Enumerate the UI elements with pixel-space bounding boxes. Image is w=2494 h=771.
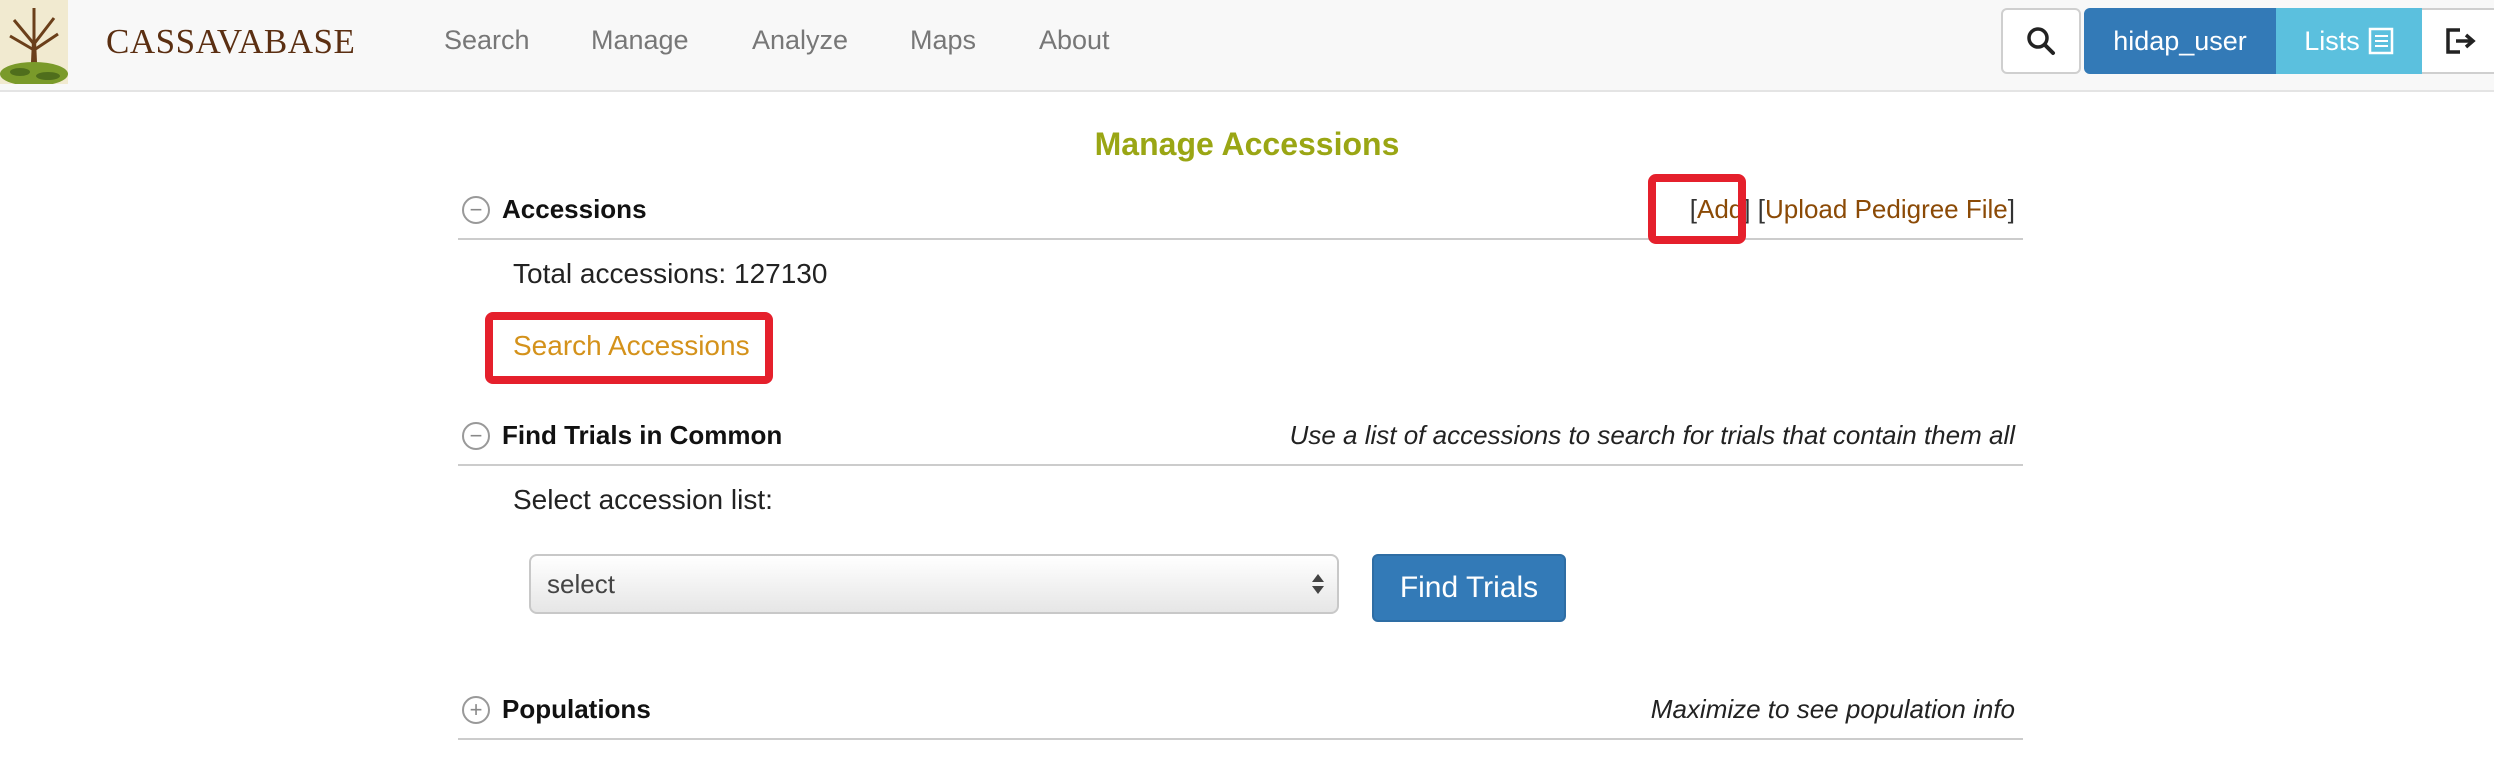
populations-section-hint: Maximize to see population info [1650, 694, 2015, 724]
logout-icon [2446, 28, 2476, 54]
nav-search[interactable]: Search [444, 20, 530, 60]
cassavabase-logo[interactable] [0, 0, 68, 86]
page-title: Manage Accessions [1094, 126, 1400, 162]
top-navbar: CASSAVABASE Search Manage Analyze Maps A… [0, 0, 2494, 92]
accessions-section-header: − Accessions [Add] [Upload Pedigree File… [458, 188, 2023, 240]
select-arrows-icon [1311, 570, 1325, 598]
total-accessions: Total accessions: 127130 [513, 258, 828, 289]
list-icon [2368, 27, 2394, 55]
logout-button[interactable] [2422, 8, 2494, 74]
select-list-label: Select accession list: [513, 484, 773, 515]
expand-icon[interactable]: + [462, 696, 490, 724]
lists-label: Lists [2304, 25, 2360, 56]
nav-manage[interactable]: Manage [591, 20, 689, 60]
populations-section-title: Populations [502, 694, 651, 724]
search-accessions-link[interactable]: Search Accessions [513, 330, 750, 362]
populations-section-header: + Populations Maximize to see population… [458, 688, 2023, 740]
lists-button[interactable]: Lists [2276, 8, 2422, 74]
brand-name[interactable]: CASSAVABASE [106, 18, 355, 66]
add-accessions-link[interactable]: Add [1697, 194, 1743, 224]
nav-maps[interactable]: Maps [910, 20, 976, 60]
select-value: select [547, 569, 615, 599]
accessions-section-title: Accessions [502, 194, 647, 224]
collapse-icon[interactable]: − [462, 196, 490, 224]
trials-section-hint: Use a list of accessions to search for t… [1289, 420, 2015, 450]
accessions-section-links: [Add] [Upload Pedigree File] [1689, 194, 2015, 224]
trials-section-title: Find Trials in Common [502, 420, 783, 450]
navbar-search-button[interactable] [2001, 8, 2081, 74]
upload-pedigree-link[interactable]: Upload Pedigree File [1765, 194, 2008, 224]
find-trials-button[interactable]: Find Trials [1372, 554, 1566, 622]
nav-analyze[interactable]: Analyze [752, 20, 848, 60]
trials-section-header: − Find Trials in Common Use a list of ac… [458, 414, 2023, 466]
collapse-icon[interactable]: − [462, 422, 490, 450]
accession-list-select[interactable]: select [529, 554, 1339, 614]
nav-about[interactable]: About [1039, 20, 1110, 60]
search-icon [2027, 27, 2055, 55]
user-button[interactable]: hidap_user [2084, 8, 2276, 74]
